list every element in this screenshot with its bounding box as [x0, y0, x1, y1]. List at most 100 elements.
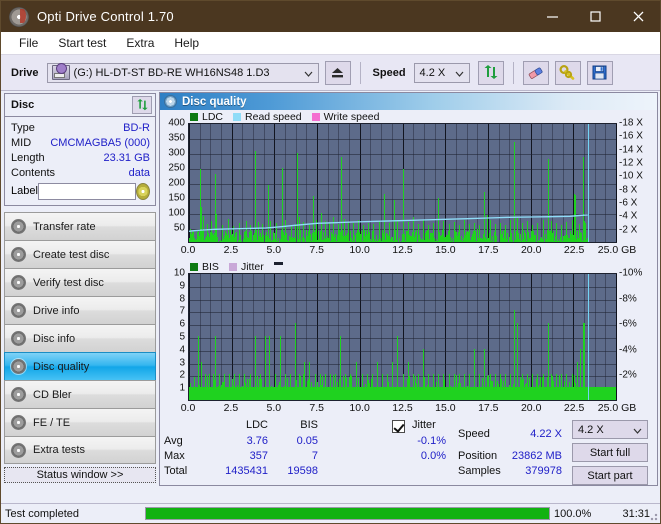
stats-row-label-max: Max: [164, 450, 185, 462]
disc-panel: Disc Type BD-R MID CMCMAGBA5 (000) Lengt…: [4, 93, 156, 206]
sidebar-item-transfer-rate[interactable]: Transfer rate: [4, 212, 156, 240]
status-window-button[interactable]: Status window >>: [4, 467, 156, 483]
disc-quality-icon: [164, 95, 177, 108]
start-full-button[interactable]: Start full: [572, 443, 648, 462]
axis-tick-label: 3: [179, 357, 185, 369]
drive-select[interactable]: (G:) HL-DT-ST BD-RE WH16NS48 1.D3: [46, 62, 319, 83]
maximize-button[interactable]: [574, 1, 617, 32]
close-button[interactable]: [617, 1, 660, 32]
axis-tick-label: 5.0: [266, 244, 282, 256]
menu-item-extra[interactable]: Extra: [116, 34, 164, 52]
axis-tick-label: 250: [168, 162, 185, 174]
chart-bottom-y2-axis: -2% -4% -6% -8% -10%: [617, 268, 656, 401]
axis-tick-label: -12 X: [619, 157, 643, 169]
sidebar-item-disc-quality[interactable]: Disc quality: [4, 352, 156, 380]
stats-ldc-avg: 3.76: [246, 435, 268, 447]
disc-icon: [11, 275, 26, 290]
menu-item-help[interactable]: Help: [164, 34, 209, 52]
jitter-checkbox[interactable]: [392, 420, 405, 433]
sidebar-item-cd-bler[interactable]: CD Bler: [4, 380, 156, 408]
axis-tick-label: 25.0 GB: [597, 244, 637, 256]
disc-refresh-button[interactable]: [132, 96, 152, 114]
minimize-button[interactable]: [531, 1, 574, 32]
sidebar-item-create-test-disc[interactable]: Create test disc: [4, 240, 156, 268]
sidebar-item-label: FE / TE: [33, 416, 71, 429]
axis-tick-label: 20.0: [520, 244, 542, 256]
resize-grip[interactable]: [648, 511, 658, 521]
legend-swatch-bis: [190, 262, 198, 271]
axis-tick-label: -2 X: [619, 224, 638, 236]
refresh-button[interactable]: [477, 60, 504, 85]
disc-row-value: data: [128, 166, 150, 179]
axis-tick-label: 2: [179, 369, 185, 381]
disc-icon: [11, 303, 26, 318]
disc-quality-panel: Disc quality LDC Read speed Write speed: [159, 92, 658, 486]
tools-button[interactable]: [554, 60, 581, 85]
start-part-button[interactable]: Start part: [572, 466, 648, 485]
sidebar-item-disc-info[interactable]: Disc info: [4, 324, 156, 352]
stats-ldc-max: 357: [249, 450, 268, 462]
axis-tick-label: -4 X: [619, 210, 638, 222]
axis-tick-label: 0.0: [180, 402, 196, 414]
sidebar-item-verify-test-disc[interactable]: Verify test disc: [4, 268, 156, 296]
menu-item-start-test[interactable]: Start test: [48, 34, 116, 52]
window-controls: [531, 1, 660, 32]
axis-tick-label: 50: [173, 222, 185, 234]
sidebar-item-label: Drive info: [33, 304, 80, 317]
chart-bottom-x-axis: 0.0 2.5 5.0 7.5 10.0 12.5 15.0 17.5 20.0 22.5 25.0…: [181, 402, 637, 416]
disc-row-key: Type: [11, 121, 35, 134]
disc-icon: [11, 387, 26, 402]
stats-bis-avg: 0.05: [296, 435, 318, 447]
toolbar-divider: [512, 61, 514, 84]
chart-top[interactable]: 50 100 150 200 250 300 350 400 -2 X -4 X -6 X -8 X…: [168, 118, 643, 243]
legend-swatch-ldc: [190, 112, 198, 121]
stats-bis-max: 7: [311, 450, 318, 462]
toolbar: Drive (G:) HL-DT-ST BD-RE WH16NS48 1.D3 …: [1, 55, 660, 91]
axis-tick-label: 400: [168, 117, 185, 129]
legend-label-jitter: Jitter: [240, 260, 264, 273]
axis-tick-label: 25.0 GB: [597, 402, 637, 414]
data-series-spikes: [189, 274, 616, 400]
sidebar-item-extra-tests[interactable]: Extra tests: [4, 436, 156, 464]
chart-bottom[interactable]: 1 2 3 4 5 6 7 8 9 10 -2% -4% -6% -8% -10%: [174, 268, 642, 401]
disc-row-value: CMCMAGBA5 (000): [50, 136, 150, 149]
test-speed-select[interactable]: 4.2 X: [572, 420, 648, 439]
disc-icon: [11, 331, 26, 346]
axis-tick-label: 100: [168, 207, 185, 219]
axis-tick-label: 0.0: [180, 244, 196, 256]
legend-label-read-speed: Read speed: [245, 110, 302, 123]
nav-list: Transfer rate Create test disc Verify te…: [4, 212, 156, 464]
drive-label: Drive: [11, 66, 39, 79]
speed-stat-value: 4.22 X: [530, 428, 562, 440]
speed-select[interactable]: 4.2 X: [413, 62, 470, 83]
sidebar-item-drive-info[interactable]: Drive info: [4, 296, 156, 324]
eject-button[interactable]: [324, 60, 351, 85]
sidebar-item-label: Disc info: [33, 332, 76, 345]
status-text: Test completed: [5, 507, 79, 520]
application-window: Opti Drive Control 1.70 File Start test …: [0, 0, 661, 524]
axis-tick-label: 5.0: [266, 402, 282, 414]
eraser-button[interactable]: [522, 60, 549, 85]
axis-tick-label: 17.5: [478, 244, 499, 256]
save-button[interactable]: [586, 60, 613, 85]
speed-label: Speed: [372, 66, 406, 79]
chevron-down-icon: [303, 68, 314, 82]
test-speed-value: 4.2 X: [578, 423, 604, 436]
axis-tick-label: -4%: [619, 344, 637, 356]
axis-tick-label: 10.0: [349, 402, 370, 414]
disc-label-row: Label: [11, 181, 150, 201]
cd-icon[interactable]: [135, 182, 150, 200]
disc-label-input[interactable]: [37, 182, 136, 200]
disc-row-mid: MID CMCMAGBA5 (000): [11, 135, 150, 150]
sidebar-item-fe-te[interactable]: FE / TE: [4, 408, 156, 436]
stats-bis-total: 19598: [287, 465, 318, 477]
axis-tick-label: -8%: [619, 293, 637, 305]
legend-swatch-jitter: [228, 262, 237, 271]
axis-tick-label: 300: [168, 147, 185, 159]
axis-tick-label: 1: [179, 382, 185, 394]
disc-quality-header: Disc quality: [160, 93, 657, 110]
menu-item-file[interactable]: File: [9, 34, 48, 52]
axis-tick-label: 2.5: [223, 402, 239, 414]
test-end-marker: [588, 274, 589, 400]
disc-row-value: BD-R: [123, 121, 150, 134]
